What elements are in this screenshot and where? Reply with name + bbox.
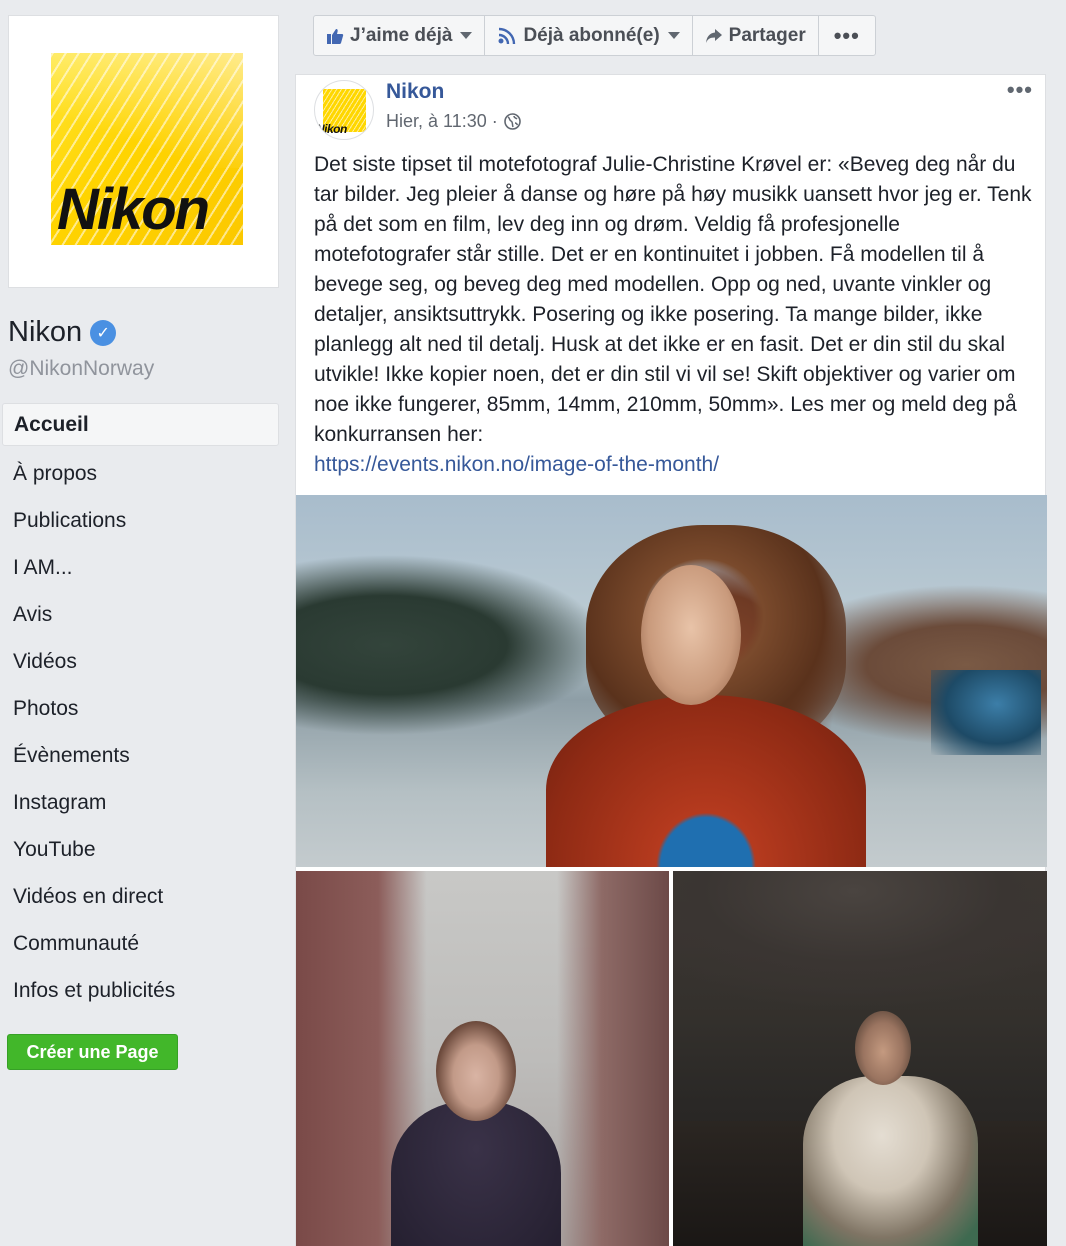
post-options-icon[interactable]: ••• [1007, 77, 1033, 103]
post-link[interactable]: https://events.nikon.no/image-of-the-mon… [314, 450, 1034, 480]
logo-wordmark: Nikon [57, 177, 210, 242]
nav-item-photos[interactable]: Photos [2, 685, 279, 732]
follow-button[interactable]: Déjà abonné(e) [485, 16, 693, 55]
chevron-down-icon [460, 32, 473, 39]
post-photo-secondary-left[interactable] [296, 871, 669, 1246]
nav-item-infos-et-publicites[interactable]: Infos et publicités [2, 967, 279, 1014]
page-handle[interactable]: @NikonNorway [8, 357, 154, 381]
nav-item-youtube[interactable]: YouTube [2, 826, 279, 873]
page-title-text: Nikon [8, 316, 83, 348]
nav-item-communaute[interactable]: Communauté [2, 920, 279, 967]
rss-icon [497, 27, 517, 45]
like-button[interactable]: J’aime déjà [314, 16, 486, 55]
check-badge-icon: ✓ [90, 319, 117, 346]
nav-item-videos[interactable]: Vidéos [2, 638, 279, 685]
post-text: Det siste tipset til motefotograf Julie-… [314, 153, 1032, 446]
share-arrow-icon [705, 28, 723, 44]
globe-icon[interactable] [503, 113, 521, 130]
nikon-logo: Nikon [51, 53, 243, 245]
thumbs-up-icon [326, 27, 344, 45]
nav-item-avis[interactable]: Avis [2, 591, 279, 638]
nav-item-instagram[interactable]: Instagram [2, 779, 279, 826]
page-title[interactable]: Nikon ✓ [8, 316, 117, 349]
nav-item-accueil[interactable]: Accueil [2, 403, 279, 446]
post-timestamp[interactable]: Hier, à 11:30 · [386, 111, 498, 132]
nav-item-i-am[interactable]: I AM... [2, 544, 279, 591]
post-meta: Hier, à 11:30 · [386, 111, 521, 132]
page-nav: Accueil À propos Publications I AM... Av… [2, 403, 279, 1014]
create-page-button[interactable]: Créer une Page [7, 1034, 178, 1070]
page-action-bar: J’aime déjà Déjà abonné(e) Partager ••• [313, 15, 876, 56]
post-card: Nikon Nikon Hier, à 11:30 · ••• Det sist… [295, 74, 1047, 1246]
nav-item-publications[interactable]: Publications [2, 497, 279, 544]
follow-button-label: Déjà abonné(e) [523, 24, 660, 46]
author-avatar[interactable]: Nikon [314, 80, 374, 140]
chevron-down-icon [667, 32, 680, 39]
post-photo-secondary-right[interactable] [673, 871, 1047, 1246]
more-options-button[interactable]: ••• [819, 16, 875, 55]
left-column: Nikon Nikon ✓ @NikonNorway Accueil À pro… [0, 0, 295, 1246]
share-button-label: Partager [728, 24, 806, 46]
nav-item-evenements[interactable]: Évènements [2, 732, 279, 779]
profile-picture[interactable]: Nikon [8, 15, 279, 288]
post-photo-main[interactable] [296, 495, 1047, 867]
post-author-link[interactable]: Nikon [386, 80, 444, 104]
nav-item-videos-en-direct[interactable]: Vidéos en direct [2, 873, 279, 920]
share-button[interactable]: Partager [693, 16, 819, 55]
avatar-wordmark: Nikon [316, 122, 347, 136]
like-button-label: J’aime déjà [350, 24, 453, 46]
post-body: Det siste tipset til motefotograf Julie-… [314, 150, 1034, 480]
nav-item-a-propos[interactable]: À propos [2, 450, 279, 497]
